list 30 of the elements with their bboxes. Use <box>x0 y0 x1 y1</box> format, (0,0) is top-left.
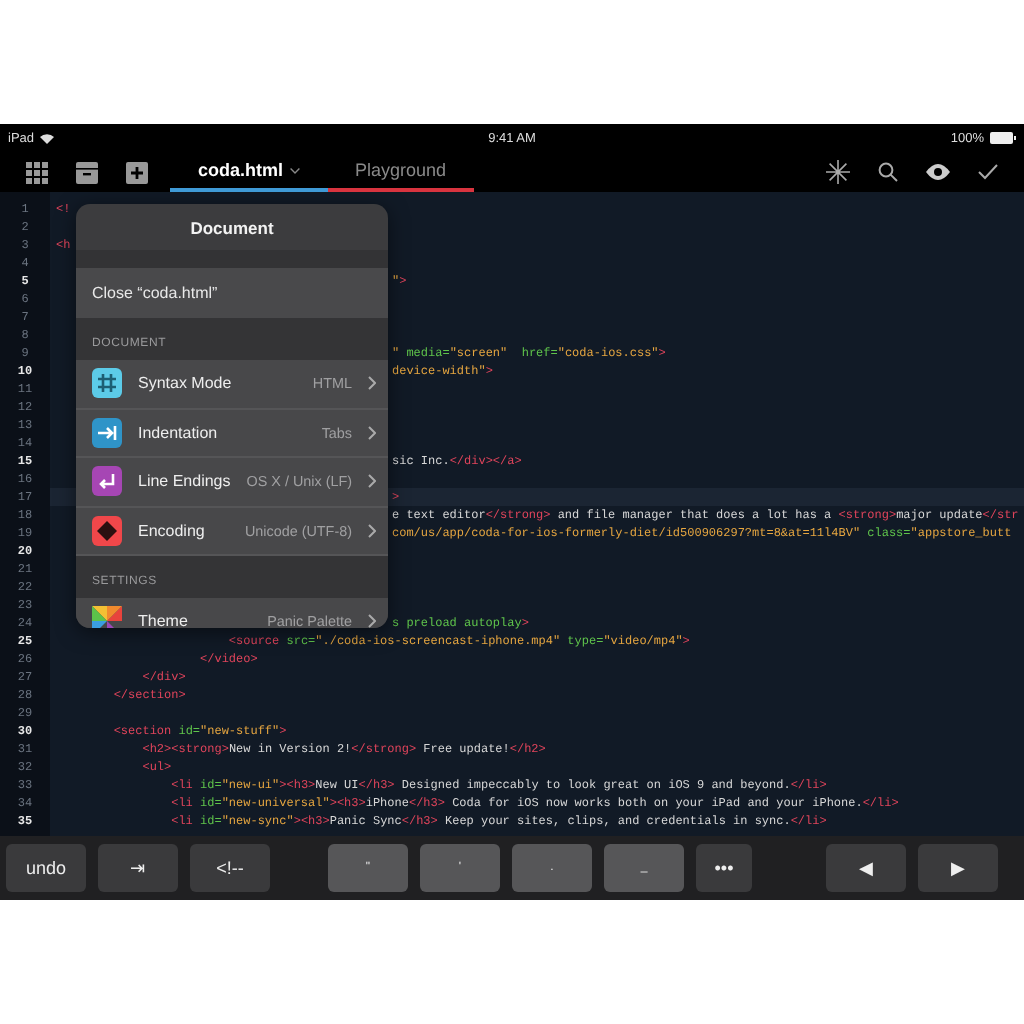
plus-icon[interactable] <box>126 161 148 183</box>
wifi-icon <box>40 133 55 143</box>
chevron-icon <box>368 474 376 489</box>
keyboard-key[interactable]: ▶ <box>918 844 998 892</box>
menu-item-label: Syntax Mode <box>138 374 234 393</box>
diamond-icon <box>92 515 122 546</box>
battery-icon <box>990 132 1017 144</box>
chevron-icon <box>368 523 376 538</box>
chevron-icon <box>368 376 376 391</box>
chevron-icon <box>368 425 376 440</box>
hash-icon <box>92 368 122 399</box>
eye-icon[interactable] <box>925 164 949 180</box>
keyboard-key[interactable]: undo <box>6 844 86 892</box>
grid-icon[interactable] <box>26 161 48 183</box>
menu-item-label: Encoding <box>138 521 207 540</box>
sparkle-icon[interactable] <box>825 160 849 184</box>
menu-item-label: Theme <box>138 612 190 628</box>
close-menu-item[interactable]: Close “coda.html” <box>76 268 388 318</box>
menu-item-label: Line Endings <box>138 472 231 491</box>
search-icon[interactable] <box>877 162 897 182</box>
caret-icon <box>289 167 300 173</box>
checkmark-icon[interactable] <box>977 164 997 180</box>
keyboard-key[interactable]: ◀ <box>826 844 906 892</box>
keyboard-key[interactable]: <!-- <box>190 844 270 892</box>
keyboard-key[interactable]: ••• <box>696 844 752 892</box>
chevron-icon <box>368 614 376 628</box>
archive-icon[interactable] <box>76 161 98 183</box>
pinwheel-icon <box>92 606 122 628</box>
menu-item-label: Indentation <box>138 423 220 442</box>
keyboard-key[interactable]: ⇥ <box>98 844 178 892</box>
